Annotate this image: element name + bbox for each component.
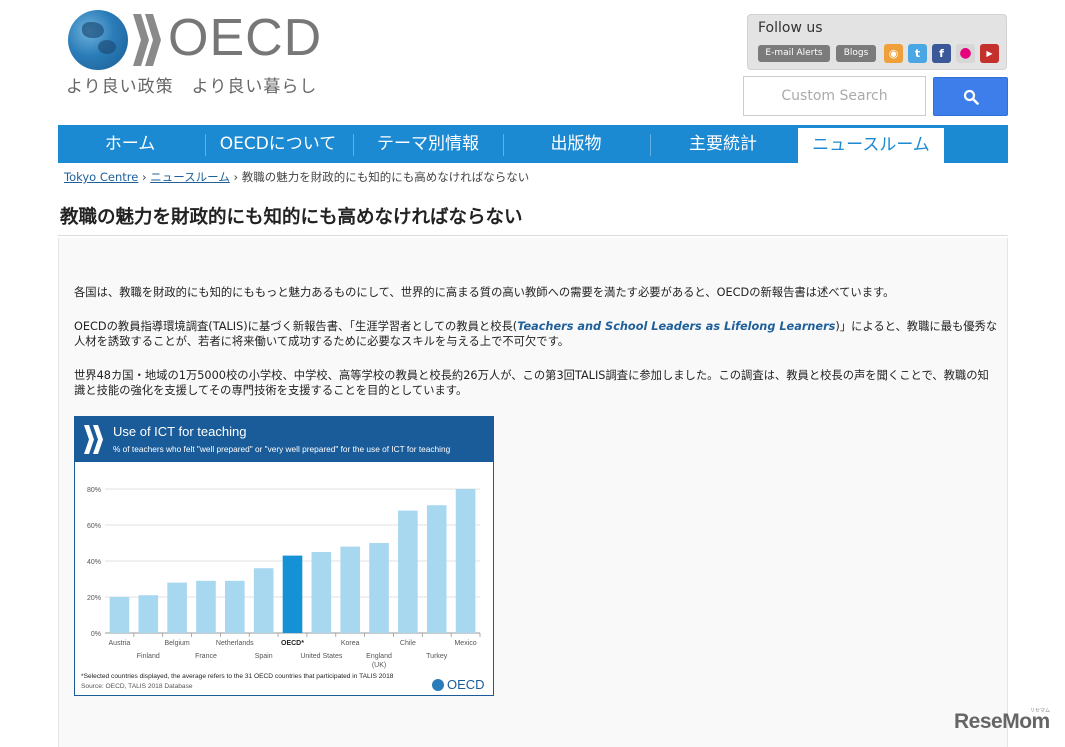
search-input[interactable]: Custom Search: [743, 76, 926, 116]
y-tick-label: 0%: [91, 631, 101, 638]
nav-statistics[interactable]: 主要統計: [653, 125, 793, 163]
chart-source: Source: OECD, TALIS 2018 Database: [81, 683, 193, 690]
bar-korea: [340, 546, 360, 633]
y-tick-label: 40%: [87, 559, 101, 566]
breadcrumb-tokyo-centre[interactable]: Tokyo Centre: [64, 170, 138, 184]
bar-netherlands: [225, 580, 245, 633]
x-tick-label: Korea: [341, 640, 360, 647]
breadcrumb-separator: ›: [141, 170, 147, 184]
nav-newsroom-active-tab[interactable]: ニュースルーム: [798, 128, 944, 163]
x-tick-label: Austria: [109, 640, 131, 647]
oecd-chevron-icon: [84, 425, 103, 454]
email-alerts-button[interactable]: E-mail Alerts: [758, 45, 830, 62]
follow-us-box: Follow us E-mail Alerts Blogs ◉ t f ● ▶: [747, 14, 1007, 70]
chart-header: Use of ICT for teaching % of teachers wh…: [75, 417, 493, 462]
bar-spain: [253, 568, 274, 633]
article-paragraph-2: OECDの教員指導環境調査(TALIS)に基づく新報告書、「生涯学習者としての教…: [74, 319, 999, 349]
nav-divider: [503, 134, 504, 156]
x-tick-label: France: [195, 653, 217, 660]
chart-note: *Selected countries displayed, the avera…: [81, 673, 394, 680]
x-tick-label: Mexico: [454, 640, 476, 647]
flickr-icon[interactable]: ●: [956, 44, 975, 63]
y-tick-label: 80%: [87, 487, 101, 494]
bar-austria: [109, 597, 130, 633]
bar-turkey: [426, 505, 447, 633]
ict-chart-figure: Use of ICT for teaching % of teachers wh…: [74, 416, 494, 696]
nav-topics[interactable]: テーマ別情報: [356, 125, 500, 163]
rss-icon[interactable]: ◉: [884, 44, 903, 63]
follow-us-title: Follow us: [758, 20, 823, 36]
nav-publications[interactable]: 出版物: [506, 125, 646, 163]
breadcrumb-separator: ›: [233, 170, 239, 184]
bar-england-uk-: [369, 543, 389, 633]
blogs-button[interactable]: Blogs: [836, 45, 876, 62]
x-tick-label: Netherlands: [216, 640, 254, 647]
breadcrumb-newsroom[interactable]: ニュースルーム: [150, 170, 230, 184]
facebook-icon[interactable]: f: [932, 44, 951, 63]
oecd-chevron-logo-icon: [133, 14, 161, 66]
bar-france: [196, 580, 216, 633]
bar-united-states: [311, 552, 332, 633]
youtube-icon[interactable]: ▶: [980, 44, 999, 63]
nav-divider: [650, 134, 651, 156]
bar-chart: 0% 20% 40% 60% 80% Austria Finland Belgium Franc…: [87, 487, 481, 669]
chart-subtitle: % of teachers who felt "well prepared" o…: [113, 444, 451, 454]
nav-divider: [353, 134, 354, 156]
x-tick-label: England: [366, 653, 392, 660]
x-tick-label: OECD*: [281, 640, 304, 647]
page-title: 教職の魅力を財政的にも知的にも高めなければならない: [60, 207, 523, 228]
x-tick-label: Spain: [255, 653, 273, 660]
twitter-icon[interactable]: t: [908, 44, 927, 63]
oecd-logo-text[interactable]: OECD: [168, 6, 322, 70]
search-icon: [963, 89, 979, 105]
x-tick-label: Turkey: [426, 653, 448, 660]
article-paragraph-1: 各国は、教職を財政的にも知的にももっと魅力あるものにして、世界的に高まる質の高い…: [74, 286, 895, 299]
paragraph-2-text: OECDの教員指導環境調査(TALIS)に基づく新報告書、「生涯学習者としての教…: [74, 320, 518, 333]
x-tick-label: Chile: [400, 640, 416, 647]
bar-mexico: [455, 489, 476, 633]
x-tick-label: Belgium: [164, 640, 189, 647]
y-tick-label: 60%: [87, 523, 101, 530]
bar-finland: [138, 595, 159, 633]
nav-home[interactable]: ホーム: [58, 125, 202, 163]
nav-about-oecd[interactable]: OECDについて: [208, 125, 348, 163]
x-tick-label: (UK): [372, 662, 386, 669]
resemom-watermark-sub: リセマム: [1030, 708, 1051, 714]
bar-belgium: [167, 582, 187, 633]
chart-oecd-logo: OECD: [447, 677, 485, 692]
chart-title: Use of ICT for teaching: [113, 424, 247, 439]
article-paragraph-3: 世界48カ国・地域の1万5000校の小学校、中学校、高等学校の教員と校長約26万…: [74, 369, 989, 397]
x-tick-label: United States: [300, 653, 343, 660]
breadcrumb-current: 教職の魅力を財政的にも知的にも高めなければならない: [241, 170, 530, 184]
nav-divider: [205, 134, 206, 156]
y-tick-label: 20%: [87, 595, 101, 602]
x-tick-label: Finland: [137, 653, 160, 660]
report-title-link[interactable]: Teachers and School Leaders as Lifelong …: [517, 320, 835, 333]
bar-chile: [398, 510, 418, 633]
breadcrumb: Tokyo Centre › ニュースルーム › 教職の魅力を財政的にも知的にも…: [64, 169, 529, 185]
tagline: より良い政策 より良い暮らし: [66, 77, 318, 97]
title-divider: [58, 235, 1008, 236]
oecd-globe-logo-icon[interactable]: [68, 10, 128, 70]
bar-oecd-: [282, 555, 303, 633]
search-button[interactable]: [933, 77, 1008, 116]
